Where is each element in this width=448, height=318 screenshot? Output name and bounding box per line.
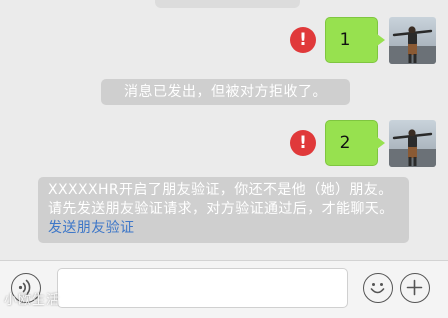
avatar-image [389,120,436,167]
friend-verification-notice: XXXXXHR开启了朋友验证，你还不是他（她）朋友。请先发送朋友验证请求，对方验… [38,177,409,243]
emoji-icon [370,283,385,294]
previous-message-stub [155,0,300,8]
message-row: ! 2 [0,120,448,168]
verification-text: XXXXXHR开启了朋友验证，你还不是他（她）朋友。请先发送朋友验证请求，对方验… [48,182,394,217]
message-bubble[interactable]: 1 [325,17,385,63]
avatar-image [389,17,436,64]
more-button[interactable] [400,273,430,303]
send-verification-link[interactable]: 发送朋友验证 [48,220,134,236]
send-failed-icon[interactable]: ! [290,27,316,53]
watermark: 小欧生活 [4,293,61,308]
message-input[interactable] [57,268,348,308]
input-bar [0,260,448,318]
send-failed-icon[interactable]: ! [290,130,316,156]
plus-icon [406,279,423,296]
message-text: 2 [339,133,351,153]
message-row: ! 1 [0,17,448,65]
emoji-button[interactable] [363,273,393,303]
avatar[interactable] [389,120,436,167]
message-bubble[interactable]: 2 [325,120,385,166]
message-text: 1 [339,30,351,50]
rejected-notice: 消息已发出，但被对方拒收了。 [101,79,350,105]
avatar[interactable] [389,17,436,64]
